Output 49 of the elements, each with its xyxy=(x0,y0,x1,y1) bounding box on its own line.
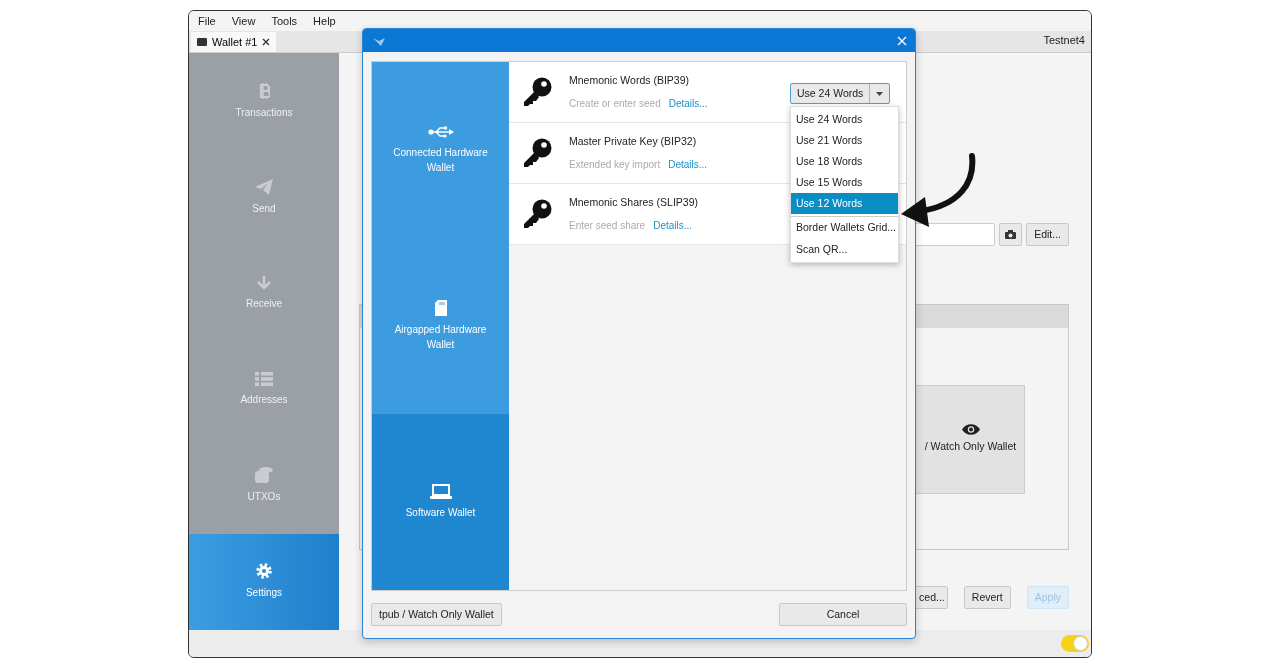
details-link[interactable]: Details... xyxy=(668,157,708,173)
network-label: Testnet4 xyxy=(1043,32,1086,48)
option-subtitle: Enter seed share xyxy=(569,219,646,234)
details-link[interactable]: Details... xyxy=(653,218,693,234)
menu-option[interactable]: Scan QR... xyxy=(791,239,898,260)
menu-option[interactable]: Border Wallets Grid... xyxy=(791,216,898,239)
option-subtitle: Create or enter seed xyxy=(569,97,661,112)
key-icon xyxy=(523,77,553,107)
menu-item[interactable]: Tools xyxy=(271,12,298,30)
usb-icon xyxy=(427,125,454,139)
camera-icon xyxy=(1005,230,1017,240)
details-link[interactable]: Details... xyxy=(668,96,708,112)
menu-item[interactable]: Help xyxy=(313,12,336,30)
caret-icon xyxy=(876,91,884,96)
app-logo-icon xyxy=(373,35,385,46)
option-title: Mnemonic Shares (SLIP39) xyxy=(569,194,698,210)
category-tab[interactable]: Software Wallet xyxy=(372,414,509,590)
action-button[interactable]: Revert xyxy=(963,586,1011,609)
list-icon xyxy=(255,372,273,387)
watch-only-button[interactable]: tpub / Watch Only Wallet xyxy=(371,603,502,626)
menu-option[interactable]: Use 12 Words xyxy=(791,193,898,214)
option-title: Mnemonic Words (BIP39) xyxy=(569,72,690,88)
menu-item[interactable]: File xyxy=(198,12,216,30)
menu-option[interactable]: Use 18 Words xyxy=(791,151,898,172)
menu-option[interactable]: Use 24 Words xyxy=(791,109,898,130)
option-title: Master Private Key (BIP32) xyxy=(569,133,698,149)
close-icon[interactable] xyxy=(262,38,271,46)
eye-icon xyxy=(961,424,980,436)
cancel-button[interactable]: Cancel xyxy=(779,603,907,626)
key-icon xyxy=(523,199,553,229)
coins-icon xyxy=(255,467,273,484)
sidebar-item[interactable]: Settings xyxy=(189,533,339,631)
menu-option[interactable]: Use 15 Words xyxy=(791,172,898,193)
menu-item[interactable]: View xyxy=(231,12,256,30)
settings-icon xyxy=(256,563,272,580)
currency-icon xyxy=(258,82,270,99)
wallet-icon xyxy=(197,38,207,46)
edit-button[interactable]: Edit... xyxy=(1026,223,1069,246)
key-icon xyxy=(523,138,553,168)
wallet-tab[interactable]: Wallet #1 xyxy=(191,32,277,52)
memory-card-icon xyxy=(434,300,447,316)
theme-toggle[interactable] xyxy=(1061,635,1089,652)
down-arrow-icon xyxy=(257,275,271,290)
laptop-icon xyxy=(429,484,452,499)
menu-option[interactable]: Use 21 Words xyxy=(791,130,898,151)
camera-button[interactable] xyxy=(999,223,1023,246)
option-subtitle: Extended key import xyxy=(569,158,661,173)
words-dropdown[interactable]: Use 24 Words xyxy=(790,83,891,104)
paper-plane-icon xyxy=(255,178,273,195)
